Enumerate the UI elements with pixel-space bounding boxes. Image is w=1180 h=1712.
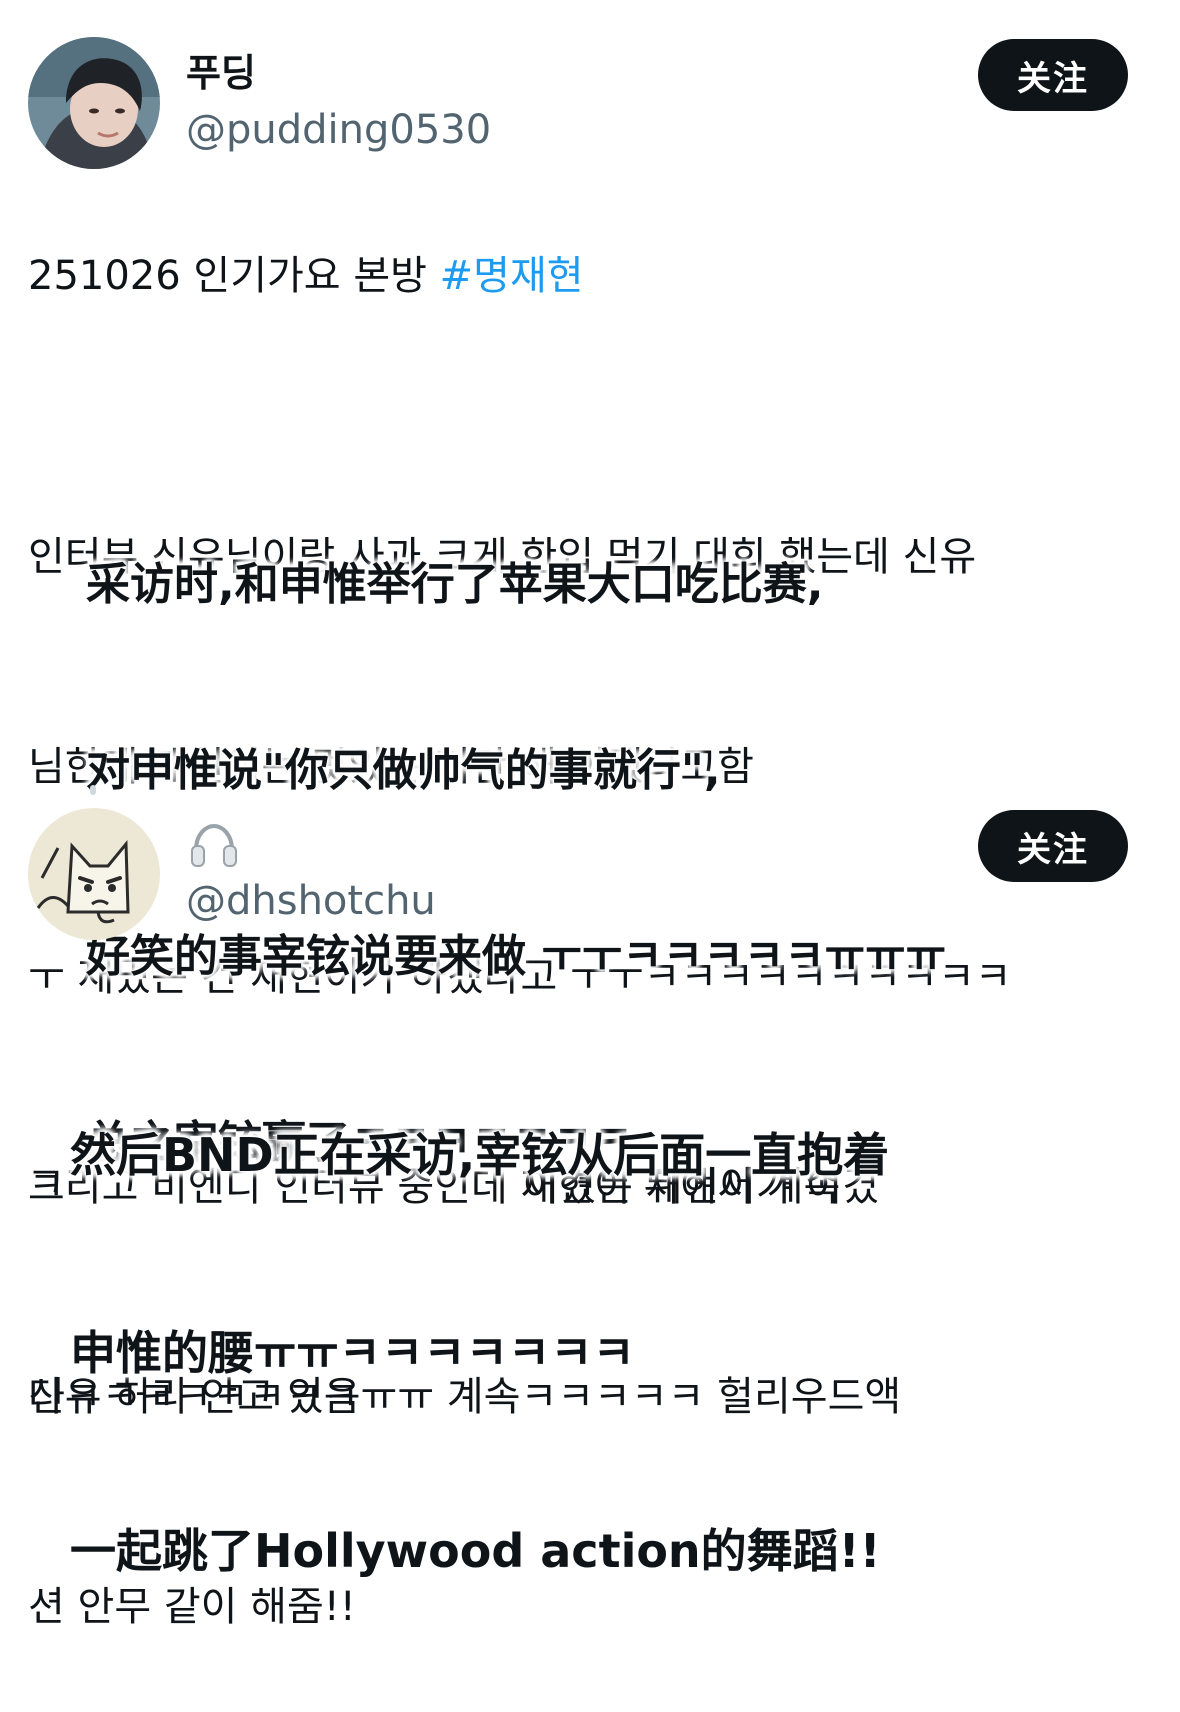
avatar-dhshotchu[interactable] [28, 808, 160, 940]
tweet-first-line: 251026 인기가요 본방 #명재현 [28, 241, 584, 311]
follow-button[interactable]: 关注 [978, 39, 1128, 111]
avatar-pudding[interactable] [28, 37, 160, 169]
headphones-icon [188, 820, 240, 872]
translation-line: 然后BND正在采访,宰铉从后面一直抱着 [70, 1128, 890, 1182]
translation-line: 申惟的腰ㅠㅠㅋㅋㅋㅋㅋㅋㅋ [70, 1326, 635, 1380]
hashtag-link[interactable]: #명재현 [440, 253, 584, 299]
tweet-date-text: 251026 인기가요 본방 [28, 253, 440, 299]
user-handle[interactable]: @pudding0530 [186, 106, 491, 154]
display-name[interactable]: 푸딩 [186, 51, 256, 95]
user-handle[interactable]: @dhshotchu [186, 877, 436, 925]
follow-button[interactable]: 关注 [978, 810, 1128, 882]
translation-line: 对申惟说"你只做帅气的事就行", [86, 745, 721, 796]
translation-line: 采访时,和申惟举行了苹果大口吃比赛, [86, 559, 824, 610]
translation-line: 好笑的事宰铉说要来做 ㅜㅜㅋㅋㅋㅋㅋㅠㅠㅠ [86, 931, 947, 982]
separator-dot [90, 785, 96, 795]
translation-overlay: 然后BND正在采访,宰铉从后面一直抱着 申惟的腰ㅠㅠㅋㅋㅋㅋㅋㅋㅋ 一起跳了Ho… [70, 990, 889, 1650]
avatar-cat-drawing [28, 808, 160, 940]
translation-line: 一起跳了Hollywood action的舞蹈!! [70, 1524, 881, 1578]
avatar-photo [28, 37, 160, 169]
